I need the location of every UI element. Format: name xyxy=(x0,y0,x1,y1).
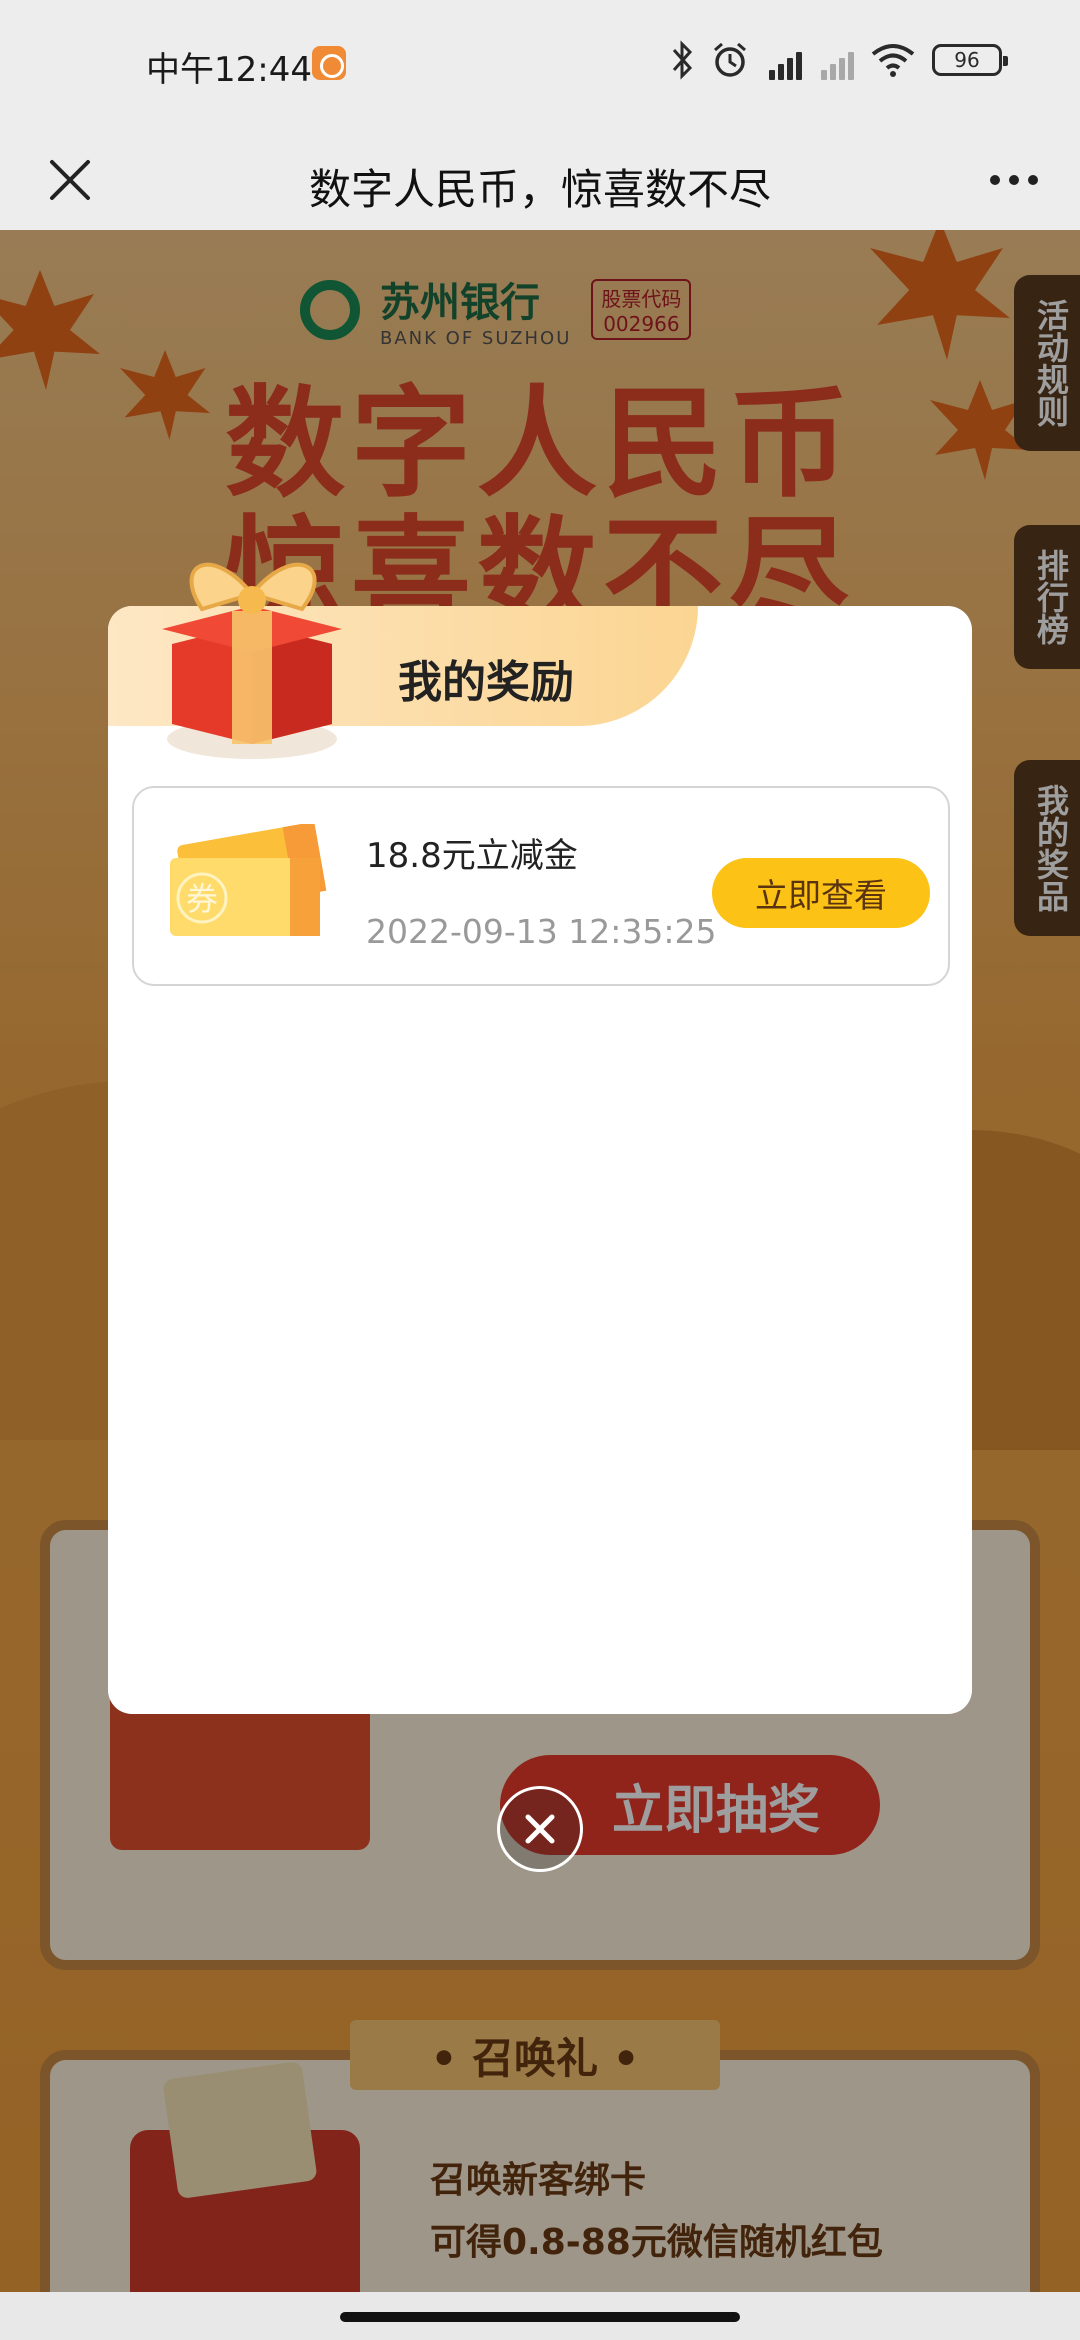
home-indicator[interactable] xyxy=(340,2312,740,2322)
page-title: 数字人民币，惊喜数不尽 xyxy=(308,165,771,214)
nav-bar: 数字人民币，惊喜数不尽 xyxy=(0,130,1080,230)
modal-close-button[interactable] xyxy=(497,1786,583,1872)
signal-hd-icon xyxy=(766,40,802,80)
coupon-char: 券 xyxy=(186,880,218,918)
reward-item: 券 18.8元立减金 2022-09-13 12:35:25 立即查看 xyxy=(132,786,950,986)
view-now-button[interactable]: 立即查看 xyxy=(712,858,930,928)
gift-box-icon xyxy=(162,562,342,759)
battery-level: 96 xyxy=(954,48,980,72)
signal-no-service-icon xyxy=(818,40,854,80)
status-icons: 96 xyxy=(670,40,1008,80)
rewards-modal: 我的奖励 券 18.8元立减金 2022-09-13 12:35:25 立即查看 xyxy=(108,606,972,1714)
close-icon xyxy=(525,1814,555,1844)
coupon-icon: 券 xyxy=(170,824,327,936)
reward-time: 2022-09-13 12:35:25 xyxy=(366,912,717,951)
app-notification-icon xyxy=(312,46,346,80)
reward-name: 18.8元立减金 xyxy=(366,836,578,876)
wifi-icon xyxy=(871,44,915,77)
status-bar: 中午12:44 96 xyxy=(0,0,1080,130)
alarm-icon xyxy=(714,42,746,77)
more-icon[interactable] xyxy=(974,148,1054,212)
modal-title: 我的奖励 xyxy=(398,657,574,708)
bluetooth-icon xyxy=(672,40,693,80)
battery-icon: 96 xyxy=(932,44,1008,76)
status-time: 中午12:44 xyxy=(146,50,312,90)
